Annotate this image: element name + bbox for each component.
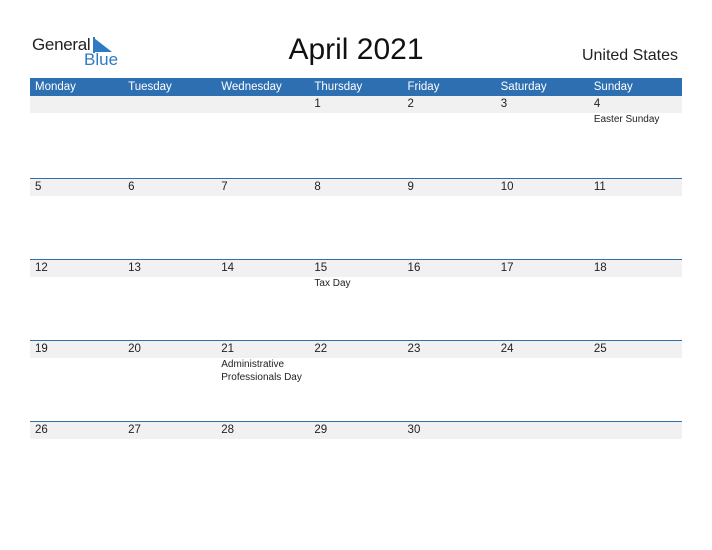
day-cell: 11: [589, 179, 682, 260]
day-cell: 18: [589, 260, 682, 341]
day-cell: 2: [403, 96, 496, 177]
day-cell: [123, 96, 216, 177]
day-number: 7: [221, 181, 228, 193]
day-cell: [30, 96, 123, 177]
weekday-header: Monday Tuesday Wednesday Thursday Friday…: [30, 78, 682, 96]
day-number: 17: [500, 262, 514, 274]
day-cell: 10: [496, 179, 589, 260]
day-number: 16: [407, 262, 421, 274]
weekday-friday: Friday: [407, 81, 440, 93]
day-number: 25: [593, 343, 607, 355]
day-cell: 3: [496, 96, 589, 177]
week-row: 26 27 28 29 30: [30, 421, 682, 503]
week-row: 1 2 3 4 Easter Sunday: [30, 96, 682, 177]
day-cell: 21 Administrative Professionals Day: [216, 341, 309, 422]
holiday-label: Tax Day: [314, 278, 351, 289]
day-cell: 5: [30, 179, 123, 260]
day-cell: 6: [123, 179, 216, 260]
day-number: 10: [500, 181, 514, 193]
day-number: 19: [35, 343, 48, 355]
day-cell: 17: [496, 260, 589, 341]
day-cell: [589, 422, 682, 503]
day-number: [35, 96, 123, 113]
day-number: 9: [407, 181, 414, 193]
day-cell: 26: [30, 422, 123, 503]
day-number: 11: [593, 181, 606, 193]
day-number: 13: [128, 262, 141, 274]
day-number: [221, 96, 309, 113]
weekday-thursday: Thursday: [314, 81, 363, 93]
holiday-label: Easter Sunday: [593, 114, 660, 125]
day-number: 23: [407, 343, 421, 355]
day-number: 15: [314, 262, 328, 274]
day-number: 6: [128, 181, 135, 193]
day-number: [128, 96, 216, 113]
day-number: 20: [128, 343, 141, 355]
day-number: 5: [35, 181, 42, 193]
day-number: 8: [314, 181, 321, 193]
day-cell: 23: [403, 341, 496, 422]
day-number: 2: [407, 98, 414, 110]
day-cell: 7: [216, 179, 309, 260]
day-number: 3: [500, 98, 508, 110]
day-cell: 19: [30, 341, 123, 422]
holiday-label: Administrative Professionals Day: [221, 359, 302, 383]
day-number: 26: [35, 424, 48, 436]
day-number: 21: [221, 343, 235, 355]
day-number: 24: [500, 343, 514, 355]
day-cell: 15 Tax Day: [309, 260, 402, 341]
day-cell: 25: [589, 341, 682, 422]
day-number: 1: [314, 98, 321, 110]
day-cell: 29: [309, 422, 402, 503]
day-cell: 12: [30, 260, 123, 341]
day-cell: 30: [403, 422, 496, 503]
weekday-wednesday: Wednesday: [221, 81, 282, 93]
day-cell: 16: [403, 260, 496, 341]
day-number: 27: [128, 424, 141, 436]
day-cell: 28: [216, 422, 309, 503]
day-number: 22: [314, 343, 328, 355]
country-label: United States: [581, 47, 678, 64]
day-number: 18: [593, 262, 607, 274]
day-cell: [496, 422, 589, 503]
day-number: 28: [221, 424, 235, 436]
day-number: 14: [221, 262, 235, 274]
weekday-monday: Monday: [35, 81, 76, 93]
day-number: 12: [35, 262, 48, 274]
day-cell: 4 Easter Sunday: [589, 96, 682, 177]
day-cell: 13: [123, 260, 216, 341]
day-number: [501, 422, 589, 439]
day-number: 4: [593, 98, 601, 110]
weekday-saturday: Saturday: [500, 81, 547, 93]
day-number: 29: [314, 424, 328, 436]
week-row: 19 20 21 Administrative Professionals Day 22…: [30, 340, 682, 422]
week-row: 5 6 7 8 9 10 11: [30, 178, 682, 260]
day-number: 30: [407, 424, 421, 436]
day-cell: 22: [309, 341, 402, 422]
day-cell: 20: [123, 341, 216, 422]
day-cell: 1: [309, 96, 402, 177]
day-cell: 14: [216, 260, 309, 341]
weekday-sunday: Sunday: [593, 81, 633, 93]
day-cell: 8: [309, 179, 402, 260]
day-cell: 27: [123, 422, 216, 503]
weekday-tuesday: Tuesday: [128, 81, 172, 93]
day-cell: 24: [496, 341, 589, 422]
day-number: [594, 422, 682, 439]
week-row: 12 13 14 15 Tax Day 16 17 18: [30, 259, 682, 341]
day-cell: 9: [403, 179, 496, 260]
day-cell: [216, 96, 309, 177]
